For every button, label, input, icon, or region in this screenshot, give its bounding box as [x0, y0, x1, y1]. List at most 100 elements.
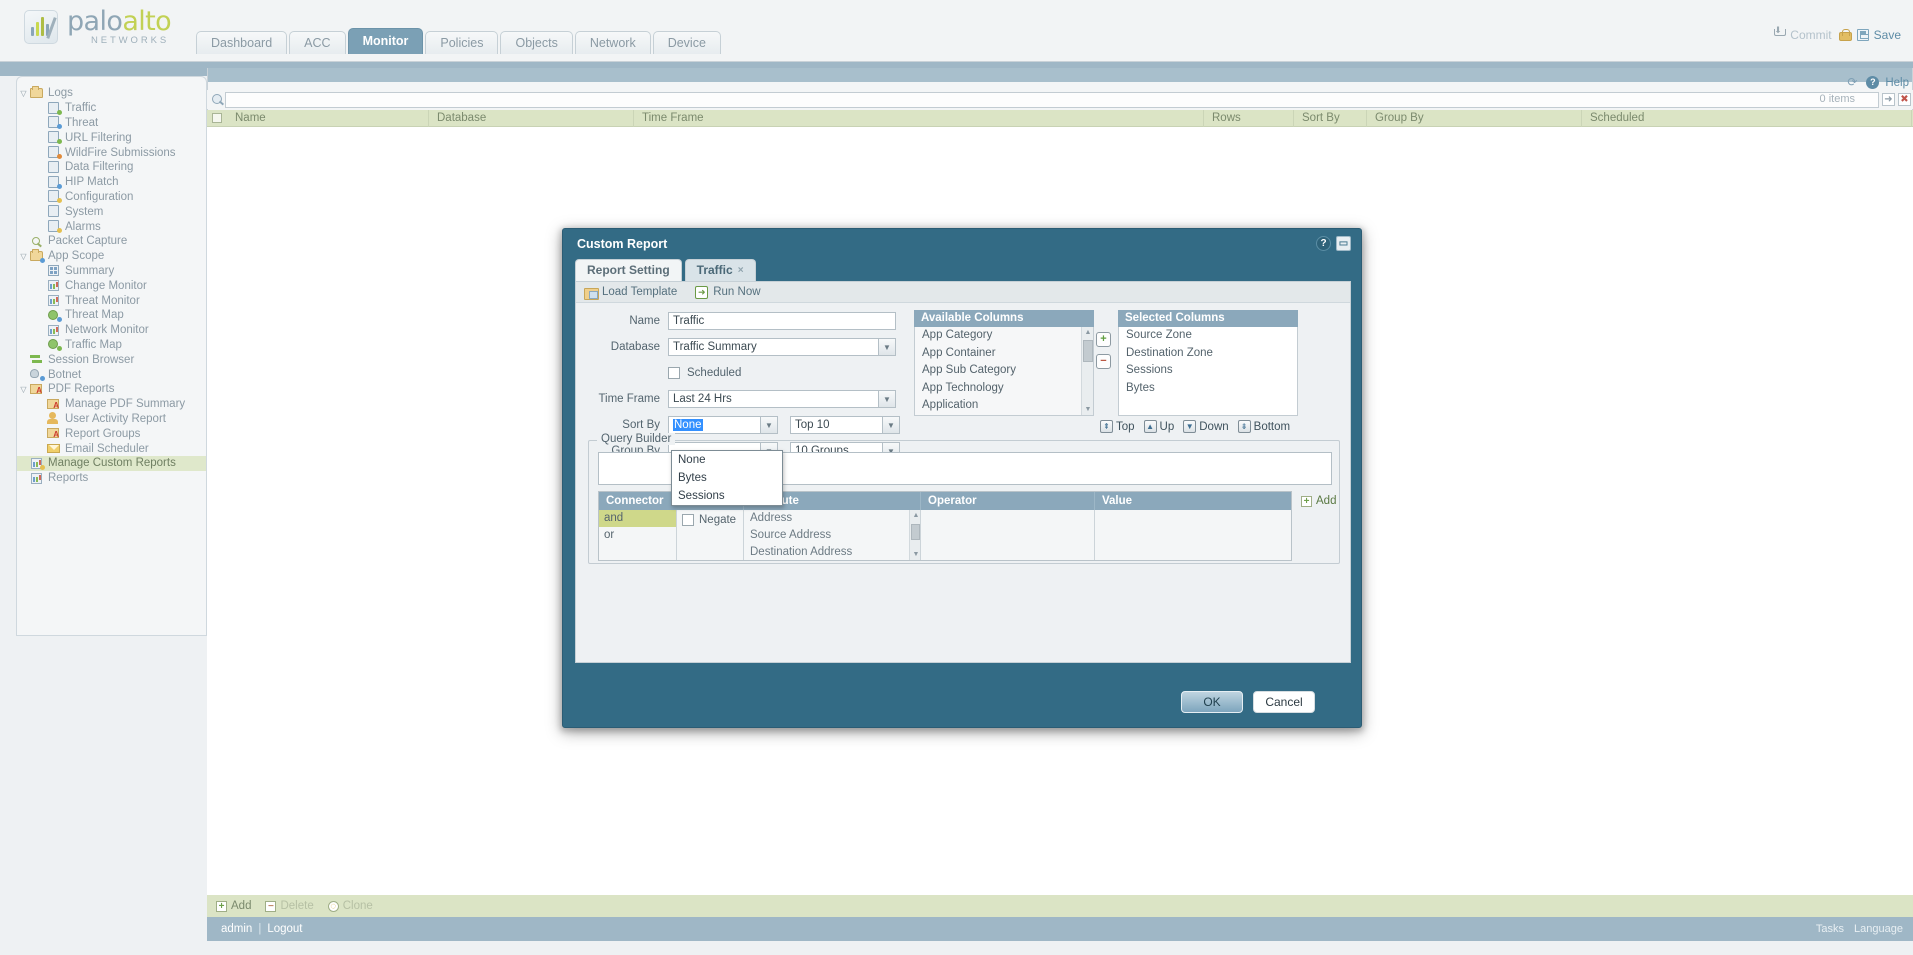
sidebar-item-pdf-reports[interactable]: ▽ PDF Reports [17, 382, 206, 397]
tasks-label[interactable]: Tasks [1816, 923, 1844, 935]
chevron-down-icon[interactable]: ▼ [878, 390, 896, 408]
lock-icon[interactable] [1838, 29, 1852, 41]
help-label[interactable]: Help [1885, 77, 1909, 89]
language-label[interactable]: Language [1854, 923, 1903, 935]
nav-tab-dashboard[interactable]: Dashboard [196, 31, 288, 54]
chevron-down-icon[interactable]: ▼ [878, 338, 896, 356]
available-column-item[interactable]: App Category [915, 327, 1093, 345]
sidebar-item-system[interactable]: ▽ System [17, 204, 206, 219]
available-columns-scrollbar[interactable]: ▲ ▼ [1081, 327, 1093, 415]
qb-value-cell[interactable] [1095, 510, 1291, 560]
qb-attribute-item[interactable]: Source Address [744, 527, 920, 544]
add-column-button[interactable]: + [1096, 332, 1111, 347]
available-column-item[interactable]: App Sub Category [915, 362, 1093, 380]
cancel-button[interactable]: Cancel [1253, 691, 1315, 713]
move-bottom-button[interactable]: ⇟ Bottom [1237, 420, 1290, 433]
sortby-dropdown-list[interactable]: None Bytes Sessions [671, 450, 783, 506]
grid-column-time-frame[interactable]: Time Frame [634, 109, 1204, 127]
dialog-help-icon[interactable]: ? [1316, 236, 1331, 251]
sortby-select[interactable]: None ▼ [668, 416, 778, 434]
nav-tab-network[interactable]: Network [574, 31, 651, 54]
sortby-option-bytes[interactable]: Bytes [672, 469, 782, 487]
grid-column-group-by[interactable]: Group By [1367, 109, 1582, 127]
move-up-button[interactable]: ▲ Up [1143, 420, 1174, 433]
negate-checkbox[interactable] [682, 514, 694, 526]
selected-column-item[interactable]: Source Zone [1119, 327, 1297, 345]
selected-column-item[interactable]: Sessions [1119, 362, 1297, 380]
selected-column-item[interactable]: Destination Zone [1119, 345, 1297, 363]
sortby-option-sessions[interactable]: Sessions [672, 487, 782, 505]
delete-button[interactable]: − Delete [265, 900, 314, 912]
selected-columns-list[interactable]: Source Zone Destination Zone Sessions By… [1118, 327, 1298, 416]
scroll-thumb[interactable] [1083, 340, 1093, 362]
dialog-tab-traffic[interactable]: Traffic × [684, 259, 756, 281]
save-button[interactable]: Save [1856, 28, 1901, 42]
grid-column-name[interactable]: Name [227, 109, 429, 127]
sidebar-item-botnet[interactable]: ▽ Botnet [17, 367, 206, 382]
sidebar-item-hip-match[interactable]: ▽ HIP Match [17, 175, 206, 190]
scroll-up-icon[interactable]: ▲ [1082, 327, 1093, 338]
grid-column-scheduled[interactable]: Scheduled [1582, 109, 1912, 127]
qb-attribute-cell[interactable]: Address Source Address Destination Addre… [744, 510, 921, 560]
available-columns-list[interactable]: App Category App Container App Sub Categ… [914, 327, 1094, 416]
dialog-tab-report-setting[interactable]: Report Setting [575, 259, 682, 281]
clear-filter-button[interactable]: ✖ [1898, 93, 1911, 106]
nav-tab-acc[interactable]: ACC [289, 31, 346, 54]
scheduled-checkbox[interactable] [668, 367, 680, 379]
load-template-button[interactable]: Load Template [584, 286, 677, 300]
scroll-down-icon[interactable]: ▼ [1082, 404, 1093, 415]
expand-collapse-icon[interactable]: ▽ [17, 89, 30, 98]
qb-attribute-item[interactable]: Address [744, 510, 920, 527]
sidebar-item-email-scheduler[interactable]: ▽ Email Scheduler [17, 441, 206, 456]
dialog-minimize-icon[interactable]: ▭ [1336, 236, 1351, 251]
sidebar-item-alarms[interactable]: ▽ Alarms [17, 219, 206, 234]
available-column-item[interactable]: App Technology [915, 380, 1093, 398]
sidebar-item-user-activity-report[interactable]: ▽ User Activity Report [17, 412, 206, 427]
chevron-down-icon[interactable]: ▼ [760, 416, 778, 434]
nav-tab-policies[interactable]: Policies [425, 31, 499, 54]
apply-filter-button[interactable]: ➜ [1882, 93, 1895, 106]
expand-collapse-icon[interactable]: ▽ [17, 385, 30, 394]
close-icon[interactable]: × [738, 265, 744, 276]
qb-connector-cell[interactable]: and or [599, 510, 677, 560]
nav-tab-device[interactable]: Device [652, 31, 721, 54]
sidebar-item-change-monitor[interactable]: ▽ Change Monitor [17, 278, 206, 293]
sidebar-item-threat-monitor[interactable]: ▽ Threat Monitor [17, 293, 206, 308]
database-select[interactable]: Traffic Summary ▼ [668, 338, 896, 356]
sidebar-item-logs[interactable]: ▽ Logs [17, 85, 206, 101]
sortby-top-select[interactable]: Top 10 ▼ [790, 416, 900, 434]
sidebar-item-reports[interactable]: ▽ Reports [17, 471, 206, 486]
sidebar-item-report-groups[interactable]: ▽ Report Groups [17, 426, 206, 441]
nav-tab-objects[interactable]: Objects [500, 31, 573, 54]
scroll-thumb[interactable] [911, 524, 920, 540]
qb-attribute-scrollbar[interactable]: ▲ ▼ [909, 510, 920, 560]
select-all-checkbox[interactable] [212, 113, 222, 123]
add-button[interactable]: + Add [216, 900, 251, 912]
sidebar-item-data-filtering[interactable]: ▽ Data Filtering [17, 160, 206, 175]
sidebar-item-wildfire-submissions[interactable]: ▽ WildFire Submissions [17, 145, 206, 160]
grid-column-sort-by[interactable]: Sort By [1294, 109, 1367, 127]
run-now-button[interactable]: ➜ Run Now [695, 285, 761, 299]
sidebar-item-network-monitor[interactable]: ▽ Network Monitor [17, 323, 206, 338]
sidebar-item-traffic-map[interactable]: ▽ Traffic Map [17, 338, 206, 353]
qb-add-button[interactable]: + Add [1301, 495, 1336, 507]
sidebar-item-manage-custom-reports[interactable]: ▽ Manage Custom Reports [17, 455, 206, 471]
help-icon[interactable]: ? [1866, 76, 1880, 89]
report-name-input[interactable] [668, 312, 896, 330]
refresh-icon[interactable]: ⟳ [1847, 76, 1860, 89]
grid-column-database[interactable]: Database [429, 109, 634, 127]
qb-connector-or[interactable]: or [599, 527, 676, 544]
move-top-button[interactable]: ⇞ Top [1100, 420, 1135, 433]
sidebar-item-url-filtering[interactable]: ▽ URL Filtering [17, 130, 206, 145]
expand-collapse-icon[interactable]: ▽ [17, 252, 30, 261]
sidebar-item-packet-capture[interactable]: ▽ Packet Capture [17, 234, 206, 249]
sidebar-item-summary[interactable]: ▽ Summary [17, 264, 206, 279]
nav-tab-monitor[interactable]: Monitor [347, 28, 424, 54]
available-column-item[interactable]: Application [915, 397, 1093, 415]
sidebar-item-threat-map[interactable]: ▽ Threat Map [17, 308, 206, 323]
qb-connector-and[interactable]: and [599, 510, 676, 527]
timeframe-select[interactable]: Last 24 Hrs ▼ [668, 390, 896, 408]
sidebar-item-traffic[interactable]: ▽ Traffic [17, 101, 206, 116]
sidebar-item-app-scope[interactable]: ▽ App Scope [17, 248, 206, 264]
ok-button[interactable]: OK [1181, 691, 1243, 713]
